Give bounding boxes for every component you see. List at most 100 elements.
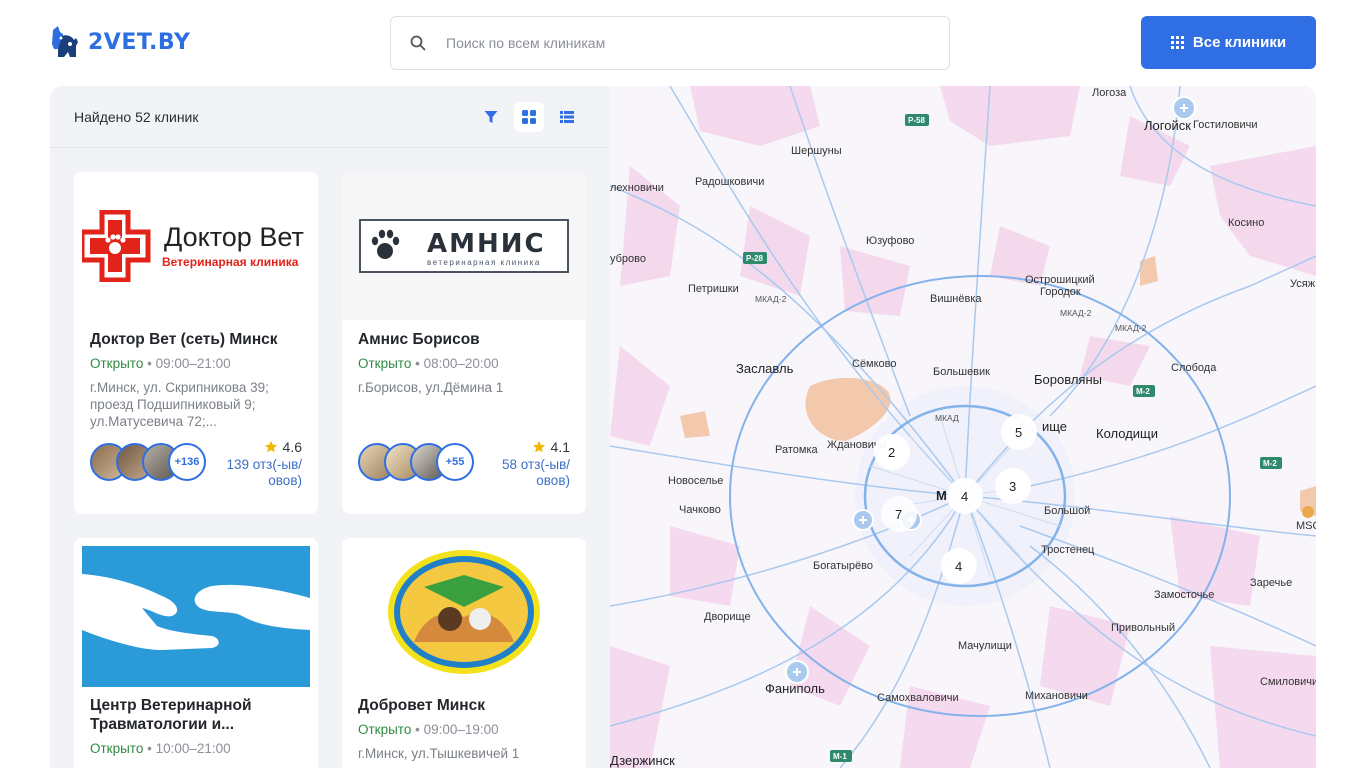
clinic-card[interactable]: Добровет Минск Открыто • 09:00–19:00 г.М… <box>342 538 586 768</box>
open-status: Открыто <box>90 741 144 756</box>
clinic-title[interactable]: Добровет Минск <box>358 696 570 715</box>
clinic-address: г.Минск, ул. Скрипникова 39; проезд Подш… <box>90 380 269 429</box>
logo-subtitle: ветеринарная клиника <box>427 258 541 267</box>
review-avatars[interactable]: +55 <box>358 443 474 481</box>
doctor-vet-logo: Доктор Вет Ветеринарная клиника <box>82 210 304 282</box>
map[interactable]: Р-58 Р-28 М-2 М-2 М-1 МКАД-2 МКАД-2 МКАД… <box>610 86 1316 768</box>
clinic-card[interactable]: Центр Ветеринарной Травматологии и... От… <box>74 538 318 768</box>
mkad2-label: МКАД-2 <box>1115 323 1147 333</box>
open-status: Открыто <box>90 356 144 371</box>
svg-text:Дворище: Дворище <box>704 611 751 623</box>
cluster-marker[interactable]: 7 <box>881 496 917 532</box>
open-status: Открыто <box>358 356 412 371</box>
clinic-pin-icon[interactable] <box>785 660 809 684</box>
svg-text:М-1: М-1 <box>833 752 847 761</box>
clinic-logo: Доктор Вет Ветеринарная клиника <box>74 172 318 320</box>
svg-text:уброво: уброво <box>610 253 646 265</box>
cluster-marker[interactable]: 3 <box>995 468 1031 504</box>
rating-block[interactable]: 4.6 139 отз(-ыв/ овов) <box>220 439 302 489</box>
svg-text:Дзержинск: Дзержинск <box>610 753 675 768</box>
svg-text:Городок: Городок <box>1040 286 1081 298</box>
svg-text:5: 5 <box>1015 425 1022 440</box>
reviews-count[interactable]: 139 отз(-ыв/ овов) <box>220 457 302 489</box>
clinic-card[interactable]: АМНИС ветеринарная клиника Амнис Борисов… <box>342 172 586 514</box>
svg-text:Богатырёво: Богатырёво <box>813 560 873 572</box>
search-icon <box>410 35 426 51</box>
mkad-label: МКАД <box>935 413 959 423</box>
clinic-logo <box>342 538 586 686</box>
svg-text:Р-28: Р-28 <box>746 254 763 263</box>
grid-icon <box>1170 36 1184 49</box>
open-status: Открыто <box>358 722 412 737</box>
cluster-marker[interactable]: 2 <box>874 434 910 470</box>
road-badge-m2: М-2 <box>1133 385 1155 397</box>
review-avatars[interactable]: +136 <box>90 443 206 481</box>
clinic-list-panel: Найдено 52 клиник Доктор Вет Ветеринарна… <box>50 86 610 768</box>
svg-text:Петришки: Петришки <box>688 283 739 295</box>
svg-text:2: 2 <box>888 445 895 460</box>
grid-view-icon <box>522 110 536 124</box>
mkad2-label: МКАД-2 <box>1060 308 1092 318</box>
clinic-hours: Открыто • 10:00–21:00 <box>90 741 231 756</box>
all-clinics-label: Все клиники <box>1192 34 1287 51</box>
hours-range: 09:00–21:00 <box>155 356 231 371</box>
rating-value: 4.6 <box>282 439 302 455</box>
rating-value: 4.1 <box>550 439 570 455</box>
cluster-marker[interactable]: 4 <box>947 478 983 514</box>
svg-text:MSQ: MSQ <box>1296 520 1316 532</box>
search-input[interactable] <box>446 35 926 51</box>
road-badge-m2: М-2 <box>1260 457 1282 469</box>
more-avatars-badge: +55 <box>436 443 474 481</box>
svg-text:Замосточье: Замосточье <box>1154 589 1214 601</box>
svg-text:М-2: М-2 <box>1263 459 1277 468</box>
all-clinics-button[interactable]: Все клиники <box>1141 16 1316 69</box>
logo-subtitle: Ветеринарная клиника <box>162 255 299 269</box>
hands-logo <box>82 545 310 687</box>
clinic-title[interactable]: Доктор Вет (сеть) Минск <box>90 330 302 349</box>
clinic-title[interactable]: Амнис Борисов <box>358 330 570 349</box>
mkad2-label: МКАД-2 <box>755 294 787 304</box>
clinic-card[interactable]: Доктор Вет Ветеринарная клиника Доктор В… <box>74 172 318 514</box>
svg-text:Логоза: Логоза <box>1092 87 1127 99</box>
svg-text:Тростенец: Тростенец <box>1041 544 1095 556</box>
clinic-pin-icon[interactable] <box>852 509 874 531</box>
svg-text:Шершуны: Шершуны <box>791 145 842 157</box>
clinic-address: г.Борисов, ул.Дёмина 1 <box>358 380 504 395</box>
list-view-button[interactable] <box>552 102 582 132</box>
clinic-logo <box>74 538 318 687</box>
logo[interactable]: 2VET.BY <box>50 24 190 60</box>
cluster-marker[interactable]: 4 <box>941 548 977 584</box>
svg-text:Заславль: Заславль <box>736 361 794 376</box>
svg-text:Михановичи: Михановичи <box>1025 690 1088 702</box>
svg-text:Смиловичи: Смиловичи <box>1260 676 1316 688</box>
clinic-pin-icon[interactable] <box>1172 96 1196 120</box>
svg-text:Большой: Большой <box>1044 505 1090 517</box>
search-box[interactable] <box>390 16 950 70</box>
svg-text:4: 4 <box>961 489 968 504</box>
logo-title: АМНИС <box>427 229 546 259</box>
clinic-hours: Открыто • 08:00–20:00 <box>358 356 499 371</box>
reviews-count[interactable]: 58 отз(-ыв/ овов) <box>488 457 570 489</box>
svg-text:лехновичи: лехновичи <box>610 182 664 194</box>
clinic-address: г.Минск, ул.Тышкевичей 1 <box>358 746 520 761</box>
clinic-title[interactable]: Центр Ветеринарной Травматологии и... <box>90 696 302 734</box>
svg-text:Вишнёвка: Вишнёвка <box>930 293 982 305</box>
dobrovet-logo <box>388 550 540 674</box>
svg-text:Самохваловичи: Самохваловичи <box>877 692 959 704</box>
cluster-marker[interactable]: 5 <box>1001 414 1037 450</box>
rating-block[interactable]: 4.1 58 отз(-ыв/ овов) <box>488 439 570 489</box>
grid-view-button[interactable] <box>514 102 544 132</box>
map-canvas[interactable]: Р-58 Р-28 М-2 М-2 М-1 МКАД-2 МКАД-2 МКАД… <box>610 86 1316 768</box>
clinic-hours: Открыто • 09:00–19:00 <box>358 722 499 737</box>
star-icon <box>532 440 545 453</box>
hours-range: 09:00–19:00 <box>423 722 499 737</box>
svg-text:М-2: М-2 <box>1136 387 1150 396</box>
svg-text:Чачково: Чачково <box>679 504 721 516</box>
filter-button[interactable] <box>476 102 506 132</box>
svg-text:Ратомка: Ратомка <box>775 444 818 456</box>
svg-text:4: 4 <box>955 559 962 574</box>
road-badge-r58: Р-58 <box>905 114 929 126</box>
svg-text:М: М <box>936 488 947 503</box>
clinic-hours: Открыто • 09:00–21:00 <box>90 356 231 371</box>
road-badge-m1: М-1 <box>830 750 852 762</box>
